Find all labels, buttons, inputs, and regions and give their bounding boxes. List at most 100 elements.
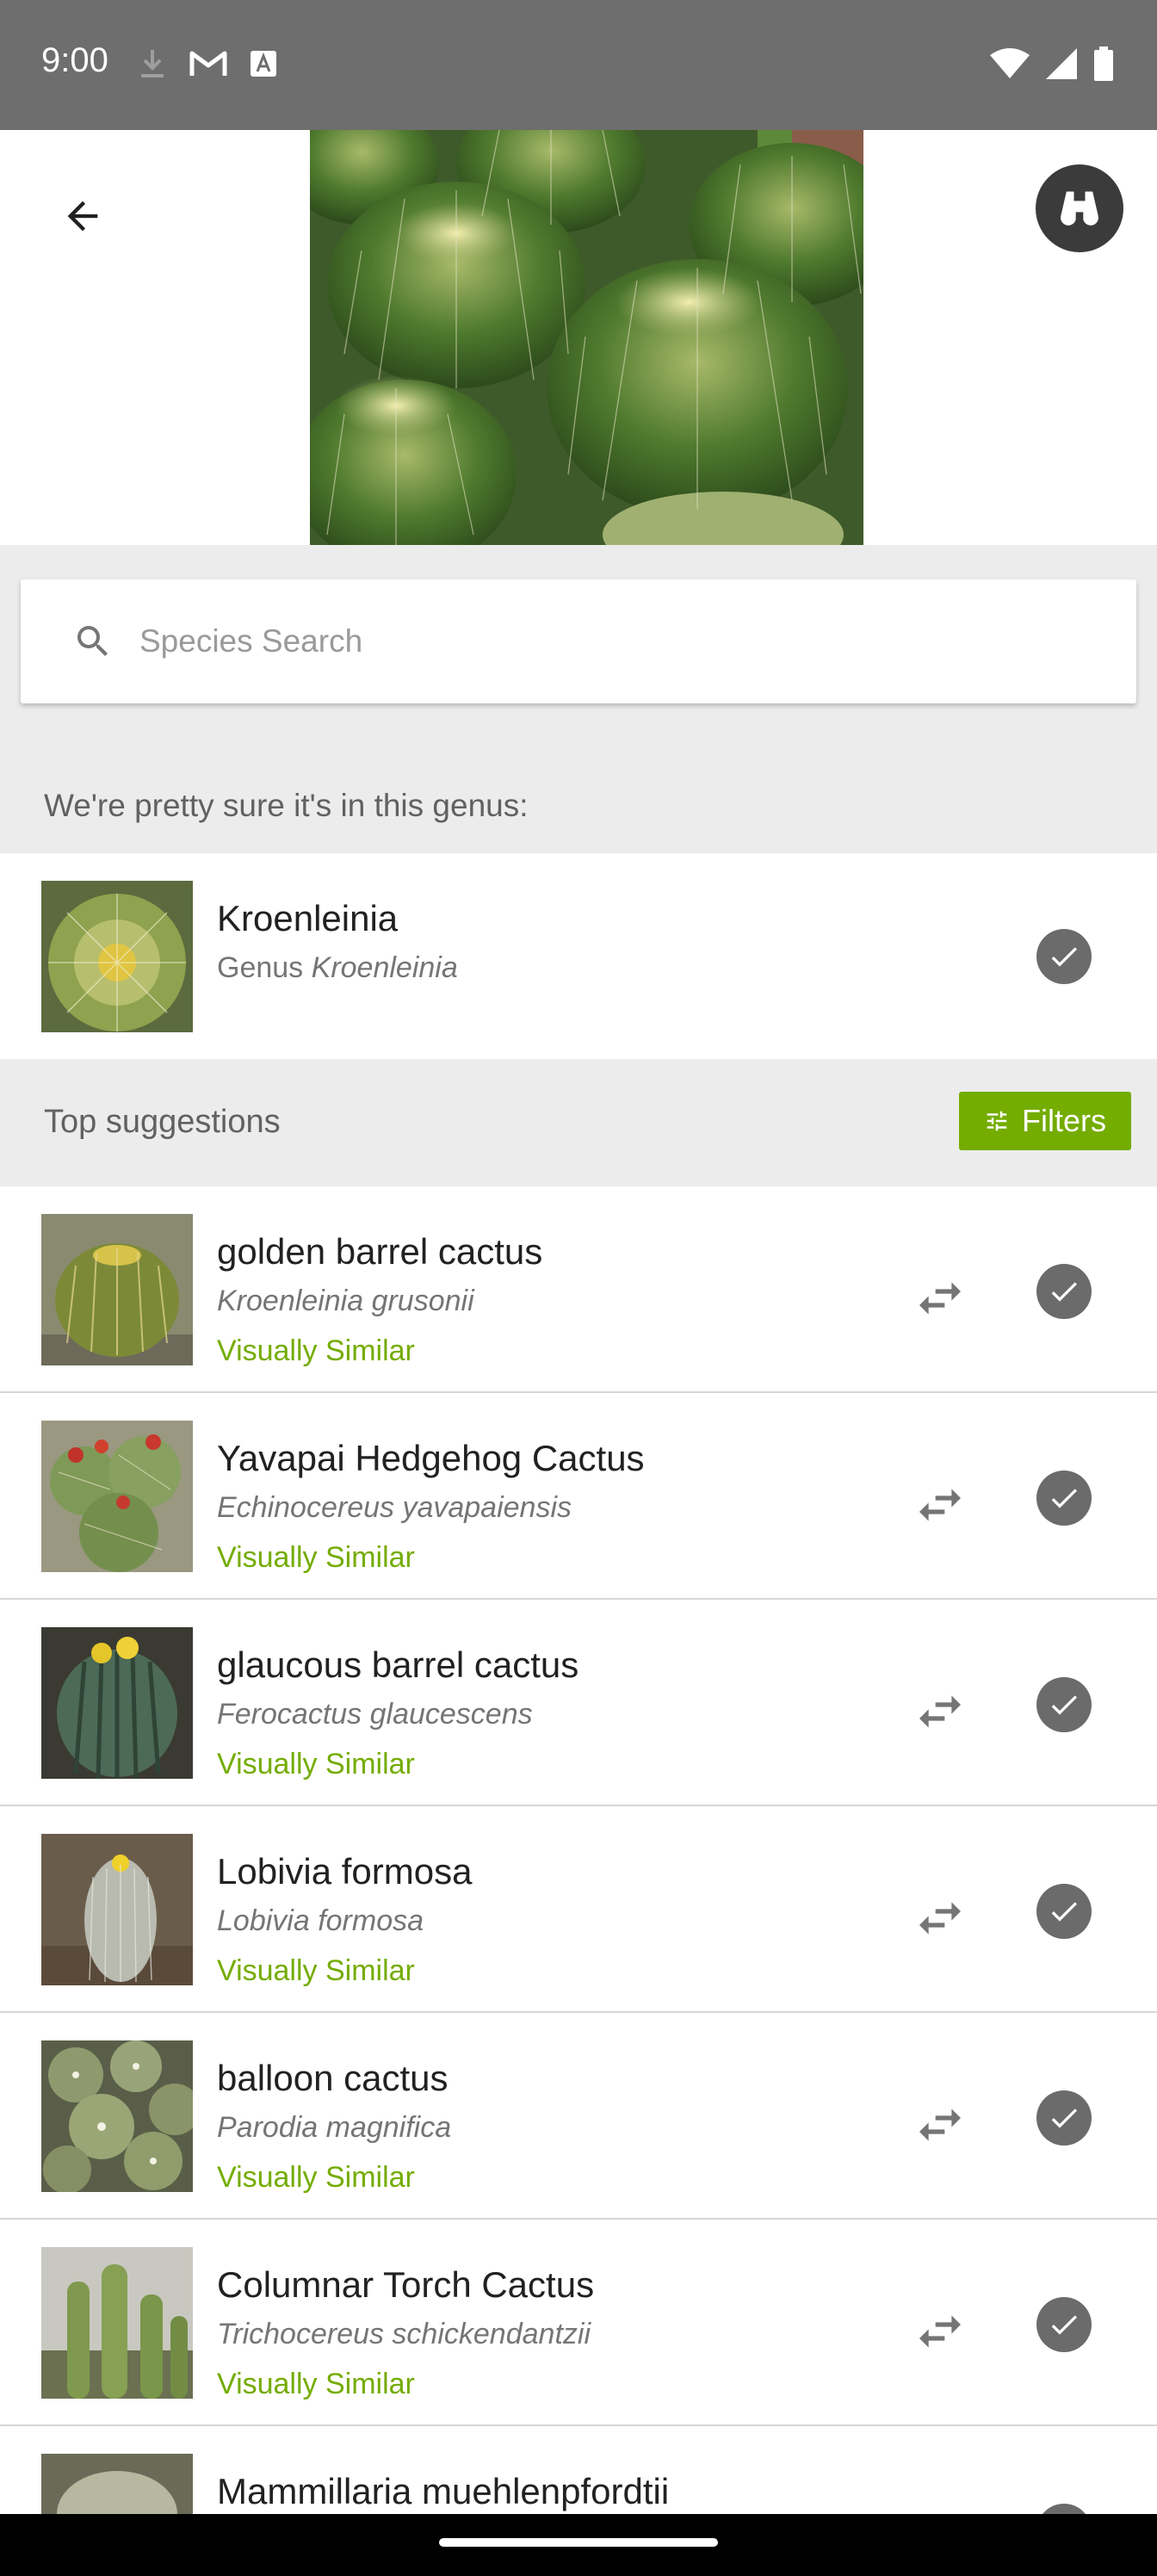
navigation-bar [0,2514,1157,2576]
compare-arrows-icon [919,2315,961,2348]
suggestion-thumbnail [41,1421,193,1572]
checkmark-icon [1051,1695,1077,1715]
suggestion-row[interactable]: golden barrel cactus Kroenleinia grusoni… [0,1186,1157,1393]
download-icon [141,50,164,77]
genus-scientific: Kroenleinia [311,951,458,984]
search-icon [77,626,108,656]
suggestion-tag: Visually Similar [217,1748,415,1780]
suggestion-row[interactable]: Mammillaria muehlenpfordtii [0,2426,1157,2514]
filters-label: Filters [1022,1103,1106,1138]
select-species-button[interactable] [1036,2504,1092,2514]
cactus-thumbnail-icon [41,2454,193,2514]
top-suggestions-label: Top suggestions [44,1104,281,1140]
top-suggestions-header: Top suggestions Filters [0,1059,1157,1186]
home-gesture-handle[interactable] [439,2538,718,2547]
gmail-icon [189,51,227,76]
suggestion-thumbnail [41,2247,193,2399]
cactus-thumbnail-icon [41,881,193,1032]
notification-icons [138,46,277,81]
genus-name: Kroenleinia [217,898,399,938]
suggestion-tag: Visually Similar [217,2161,415,2194]
genus-rank: Genus [217,951,304,984]
back-button[interactable] [48,182,117,251]
text-icon [251,51,276,77]
genus-prompt: We're pretty sure it's in this genus: [44,788,529,823]
suggestion-scientific-name: Echinocereus yavapaiensis [217,1491,572,1524]
suggestion-row[interactable]: glaucous barrel cactus Ferocactus glauce… [0,1600,1157,1806]
compare-button[interactable] [906,1884,974,1953]
compare-arrows-icon [919,2108,961,2141]
suggestion-tag: Visually Similar [217,1334,415,1367]
compare-arrows-icon [919,1489,961,1521]
compare-button[interactable] [906,1264,974,1333]
suggestion-scientific-name: Trichocereus schickendantzii [217,2318,591,2350]
suggestion-thumbnail [41,2040,193,2192]
binoculars-icon [1061,191,1098,226]
cactus-thumbnail-icon [41,2247,193,2399]
cactus-thumbnail-icon [41,1627,193,1779]
compare-button[interactable] [906,1471,974,1539]
select-species-button[interactable] [1036,1471,1092,1526]
genus-thumbnail [41,881,193,1032]
checkmark-icon [1051,1489,1077,1508]
suggestion-scientific-name: Ferocactus glaucescens [217,1698,533,1731]
suggestion-scientific-name: Parodia magnifica [217,2111,452,2144]
cactus-thumbnail-icon [41,1214,193,1365]
cactus-photo [310,130,863,545]
suggestion-row[interactable]: Columnar Torch Cactus Trichocereus schic… [0,2220,1157,2426]
suggestion-scientific-name: Kroenleinia grusonii [217,1285,474,1317]
system-icons [990,46,1114,81]
genus-rank-line: Genus Kroenleinia [217,951,458,985]
cactus-thumbnail-icon [41,1834,193,1985]
select-species-button[interactable] [1036,1264,1092,1319]
select-species-button[interactable] [1036,2297,1092,2352]
suggestion-common-name: Columnar Torch Cactus [217,2264,595,2305]
select-genus-button[interactable] [1036,929,1092,984]
suggestion-row[interactable]: Yavapai Hedgehog Cactus Echinocereus yav… [0,1393,1157,1600]
explore-button[interactable] [1036,164,1123,252]
suggestion-common-name: Yavapai Hedgehog Cactus [217,1438,645,1478]
suggestion-common-name: golden barrel cactus [217,1231,543,1272]
checkmark-icon [1051,2108,1077,2128]
select-species-button[interactable] [1036,2090,1092,2146]
cactus-thumbnail-icon [41,1421,193,1572]
search-section: We're pretty sure it's in this genus: [0,545,1157,853]
species-header [0,130,1157,545]
select-species-button[interactable] [1036,1677,1092,1732]
wifi-icon [990,48,1030,78]
suggestion-row[interactable]: Lobivia formosa Lobivia formosa Visually… [0,1806,1157,2013]
suggestion-thumbnail [41,1834,193,1985]
compare-arrows-icon [919,1282,961,1315]
compare-button[interactable] [906,2297,974,2366]
checkmark-icon [1051,1902,1077,1922]
checkmark-icon [1051,947,1077,967]
filters-button[interactable]: Filters [959,1092,1131,1150]
checkmark-icon [1051,1282,1077,1302]
checkmark-icon [1051,2315,1077,2335]
suggestion-common-name: balloon cactus [217,2058,449,2098]
compare-button[interactable] [906,2090,974,2159]
suggestion-tag: Visually Similar [217,1954,415,1987]
cactus-thumbnail-icon [41,2040,193,2192]
signal-icon [1046,48,1077,79]
suggestion-thumbnail [41,2454,193,2514]
tune-icon [987,1111,1007,1131]
suggestion-tag: Visually Similar [217,1541,415,1574]
suggestion-row[interactable]: balloon cactus Parodia magnifica Visuall… [0,2013,1157,2220]
observation-photo[interactable] [310,130,863,545]
compare-button[interactable] [906,2504,974,2514]
suggestion-common-name: glaucous barrel cactus [217,1644,579,1685]
suggestion-scientific-name: Lobivia formosa [217,1904,424,1937]
suggestion-common-name: Lobivia formosa [217,1851,473,1892]
species-search-input[interactable] [139,579,1086,703]
genus-row[interactable]: Kroenleinia Genus Kroenleinia [0,853,1157,1060]
suggestion-tag: Visually Similar [217,2368,415,2400]
select-species-button[interactable] [1036,1884,1092,1939]
species-search-box[interactable] [21,579,1136,703]
arrow-back-icon [67,201,98,232]
compare-arrows-icon [919,1902,961,1935]
suggestion-thumbnail [41,1214,193,1365]
suggestion-thumbnail [41,1627,193,1779]
battery-icon [1094,46,1113,81]
compare-button[interactable] [906,1677,974,1746]
